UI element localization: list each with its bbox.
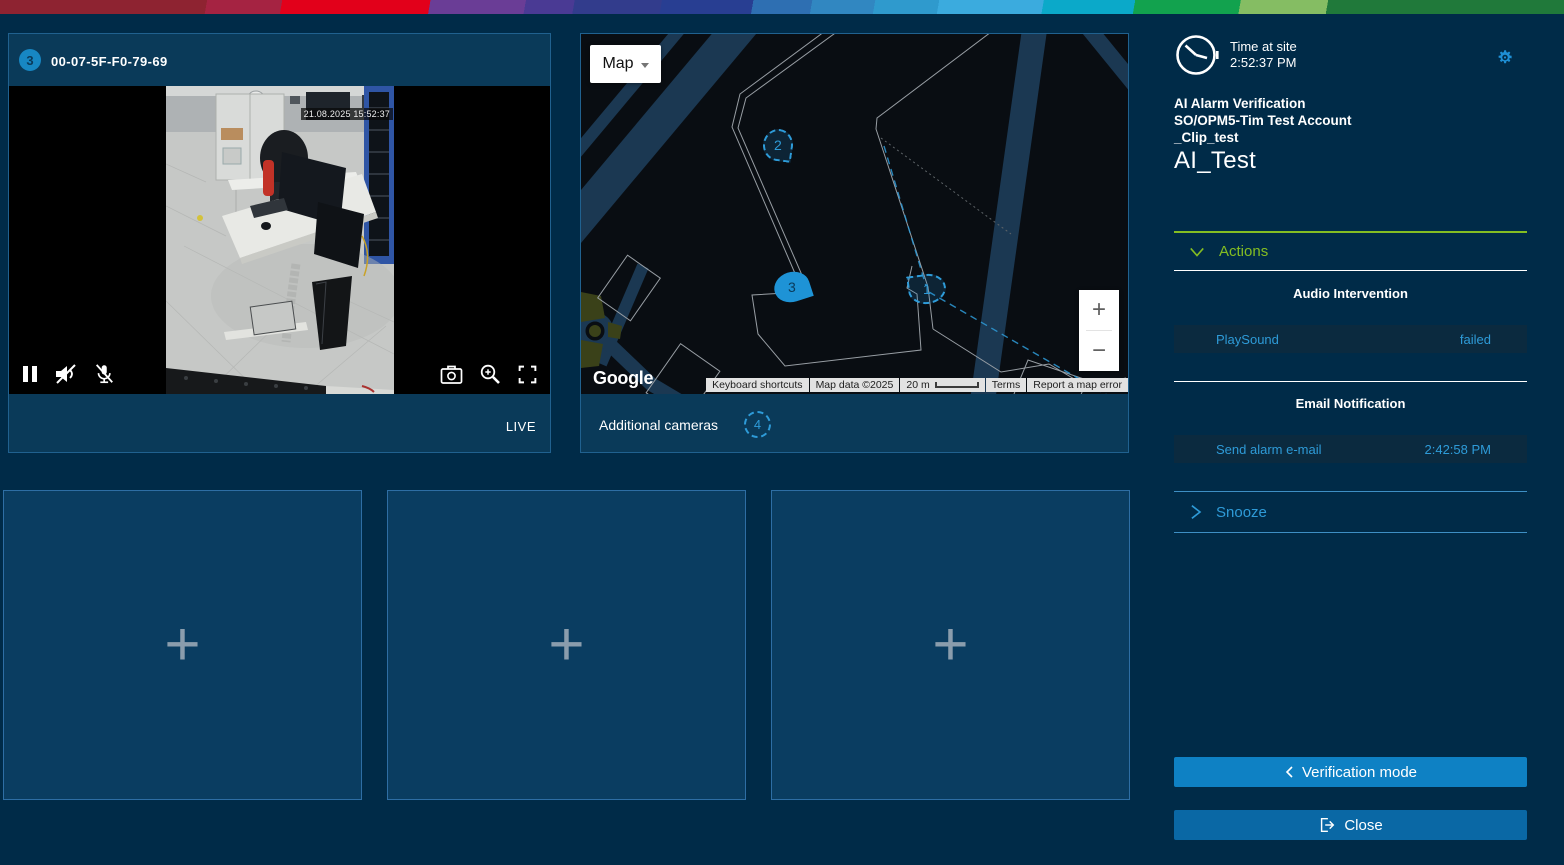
camera-scene-illustration: [166, 86, 394, 394]
action-row: Send alarm e-mail 2:42:58 PM: [1174, 435, 1527, 463]
alarm-account: SO/OPM5-Tim Test Account: [1174, 112, 1352, 129]
map-scale-label: 20 m: [906, 379, 929, 391]
plus-icon: +: [932, 614, 968, 676]
keyboard-shortcuts-link[interactable]: Keyboard shortcuts: [706, 378, 808, 392]
action-status: 2:42:58 PM: [1425, 442, 1492, 457]
snooze-header-label: Snooze: [1216, 504, 1267, 521]
terms-link[interactable]: Terms: [986, 378, 1027, 392]
map-background: [581, 34, 1128, 394]
camera-snapshot-icon[interactable]: [440, 364, 463, 385]
report-map-error-link[interactable]: Report a map error: [1027, 378, 1128, 392]
map-scale-bar: [935, 382, 979, 388]
time-at-site-label: Time at site: [1230, 39, 1297, 54]
plus-icon: +: [548, 614, 584, 676]
alarm-side-panel: Time at site 2:52:37 PM AI Alarm Verific…: [1174, 33, 1527, 848]
camera-video-frame: 21.08.2025 15:52:37: [166, 86, 394, 394]
map-zoom-out-button[interactable]: −: [1079, 331, 1119, 371]
alarm-info: AI Alarm Verification SO/OPM5-Tim Test A…: [1174, 95, 1352, 146]
alarm-type: AI Alarm Verification: [1174, 95, 1352, 112]
section-divider: [1174, 381, 1527, 382]
map-tile: 2 3 1 Map + − Google Keyboard shortcuts …: [580, 33, 1129, 453]
chevron-right-icon: [1188, 503, 1203, 521]
video-timestamp-overlay: 21.08.2025 15:52:37: [301, 108, 393, 120]
pause-icon[interactable]: [21, 364, 39, 384]
fullscreen-icon[interactable]: [517, 364, 538, 385]
alarm-name: AI_Test: [1174, 147, 1256, 175]
alarm-clip: _Clip_test: [1174, 129, 1352, 146]
close-button[interactable]: Close: [1174, 810, 1527, 840]
camera-number-badge: 3: [19, 49, 41, 71]
empty-camera-slot-1[interactable]: +: [3, 490, 362, 800]
map-type-label: Map: [602, 55, 633, 73]
mic-muted-icon[interactable]: [93, 363, 115, 385]
video-controls-right: [440, 363, 538, 385]
additional-cameras-label: Additional cameras: [599, 417, 718, 433]
alarm-verification-app: { "colors": { "accent_green": "#84BD22",…: [0, 0, 1564, 865]
map-canvas[interactable]: 2 3 1 Map + − Google Keyboard shortcuts …: [581, 34, 1128, 394]
clock-icon: [1174, 33, 1220, 79]
google-logo: Google: [593, 368, 653, 389]
map-zoom-in-button[interactable]: +: [1079, 290, 1119, 330]
gear-icon[interactable]: [1492, 46, 1514, 68]
live-status-label: LIVE: [506, 419, 536, 434]
time-at-site-value: 2:52:37 PM: [1230, 55, 1297, 70]
action-label: Send alarm e-mail: [1216, 442, 1322, 457]
map-scale: 20 m: [900, 378, 984, 392]
brand-color-stripe: [0, 0, 1564, 14]
video-controls-left: [21, 363, 115, 385]
map-type-button[interactable]: Map: [590, 45, 661, 83]
map-data-label: Map data ©2025: [810, 378, 900, 392]
actions-header-label: Actions: [1219, 243, 1268, 260]
action-group-title: Email Notification: [1174, 396, 1527, 411]
camera-title: 00-07-5F-F0-79-69: [51, 54, 168, 69]
empty-camera-slot-2[interactable]: +: [387, 490, 746, 800]
snooze-section-header[interactable]: Snooze: [1174, 492, 1527, 533]
exit-icon: [1318, 816, 1336, 834]
speaker-muted-icon[interactable]: [54, 364, 78, 384]
additional-cameras-count-badge[interactable]: 4: [744, 411, 771, 438]
action-group-title: Audio Intervention: [1174, 286, 1527, 301]
chevron-left-icon: [1284, 765, 1294, 779]
verification-mode-button[interactable]: Verification mode: [1174, 757, 1527, 787]
empty-camera-slot-3[interactable]: +: [771, 490, 1130, 800]
actions-section-header[interactable]: Actions: [1174, 233, 1527, 271]
action-status: failed: [1460, 332, 1491, 347]
action-label: PlaySound: [1216, 332, 1279, 347]
map-zoom-control: + −: [1079, 290, 1119, 371]
verification-mode-label: Verification mode: [1302, 764, 1417, 781]
video-viewport[interactable]: 21.08.2025 15:52:37: [9, 86, 550, 394]
chevron-down-icon: [1188, 244, 1206, 260]
map-attribution-bar: Keyboard shortcuts Map data ©2025 20 m T…: [706, 378, 1128, 392]
camera-tile: 3 00-07-5F-F0-79-69: [8, 33, 551, 453]
map-caret-icon: [641, 63, 649, 68]
zoom-in-icon[interactable]: [479, 363, 501, 385]
plus-icon: +: [164, 614, 200, 676]
action-row: PlaySound failed: [1174, 325, 1527, 353]
close-label: Close: [1344, 817, 1382, 834]
